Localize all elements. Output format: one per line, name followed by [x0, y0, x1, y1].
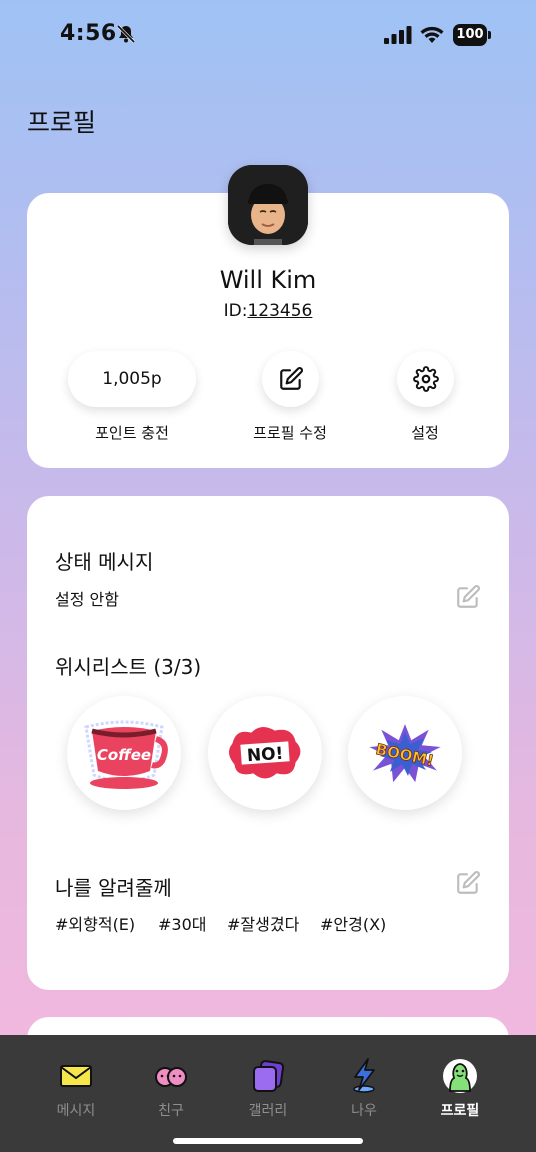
- tab-now-label: 나우: [351, 1103, 377, 1119]
- user-id-label: ID:: [223, 301, 248, 321]
- tab-messages-label: 메시지: [56, 1103, 96, 1119]
- tab-gallery[interactable]: 갤러리: [228, 1058, 308, 1120]
- avatar[interactable]: [228, 165, 308, 245]
- memoji-avatar-icon: [228, 165, 308, 245]
- user-name: Will Kim: [219, 266, 317, 294]
- profile-icon: [443, 1059, 477, 1093]
- battery-icon: 100: [453, 24, 491, 46]
- home-indicator[interactable]: [173, 1138, 363, 1144]
- gallery-icon: [253, 1060, 285, 1092]
- bell-off-icon: [116, 24, 136, 44]
- tab-friends[interactable]: 친구: [131, 1058, 211, 1120]
- edit-profile-button[interactable]: [262, 351, 319, 407]
- wishlist-item-boom[interactable]: BOOM!: [348, 696, 462, 810]
- tab-gallery-label: 갤러리: [248, 1103, 288, 1119]
- cellular-signal-icon: [384, 26, 412, 44]
- no-sticker-icon: NO!: [226, 724, 304, 782]
- user-id-value[interactable]: 123456: [247, 301, 312, 321]
- edit-about-icon[interactable]: [455, 870, 481, 896]
- about-tag: #잘생겼다: [227, 915, 300, 934]
- user-id: ID:123456: [27, 301, 509, 321]
- wishlist-item-no[interactable]: NO!: [208, 696, 322, 810]
- about-title: 나를 알려줄께: [55, 876, 172, 900]
- coffee-sticker-icon: Coffee: [84, 720, 168, 789]
- lightning-icon: [353, 1058, 375, 1093]
- tab-profile-label: 프로필: [440, 1103, 480, 1119]
- envelope-icon: [60, 1065, 92, 1087]
- tab-now[interactable]: 나우: [324, 1058, 404, 1120]
- about-tag: #안경(X): [320, 915, 387, 934]
- settings-button[interactable]: [397, 351, 454, 407]
- page-title: 프로필: [27, 108, 97, 137]
- tab-friends-label: 친구: [158, 1103, 184, 1119]
- points-label: 포인트 충전: [95, 424, 169, 442]
- points-value: 1,005p: [102, 369, 162, 389]
- friends-icon: [155, 1067, 187, 1087]
- edit-profile-label: 프로필 수정: [253, 424, 327, 442]
- wishlist-title: 위시리스트 (3/3): [55, 655, 202, 679]
- boom-sticker-icon: BOOM!: [362, 718, 448, 788]
- edit-status-icon[interactable]: [455, 584, 481, 610]
- tab-profile[interactable]: 프로필: [420, 1058, 500, 1120]
- wishlist-item-coffee[interactable]: Coffee: [67, 696, 181, 810]
- status-message-title: 상태 메시지: [55, 550, 154, 574]
- status-time: 4:56: [60, 21, 117, 46]
- about-tag: #외향적(E): [55, 915, 136, 934]
- gear-icon: [412, 366, 439, 392]
- status-message-value: 설정 안함: [55, 590, 119, 609]
- battery-level: 100: [453, 24, 487, 46]
- status-bar: 4:56 100: [0, 0, 536, 70]
- wifi-icon: [420, 26, 444, 43]
- no-sticker-text: NO!: [246, 744, 284, 766]
- tab-messages[interactable]: 메시지: [36, 1058, 116, 1120]
- settings-label: 설정: [411, 424, 439, 442]
- points-button[interactable]: 1,005p: [68, 351, 196, 407]
- about-tag: #30대: [158, 915, 207, 934]
- coffee-sticker-text: Coffee: [97, 746, 151, 764]
- edit-icon: [279, 367, 303, 390]
